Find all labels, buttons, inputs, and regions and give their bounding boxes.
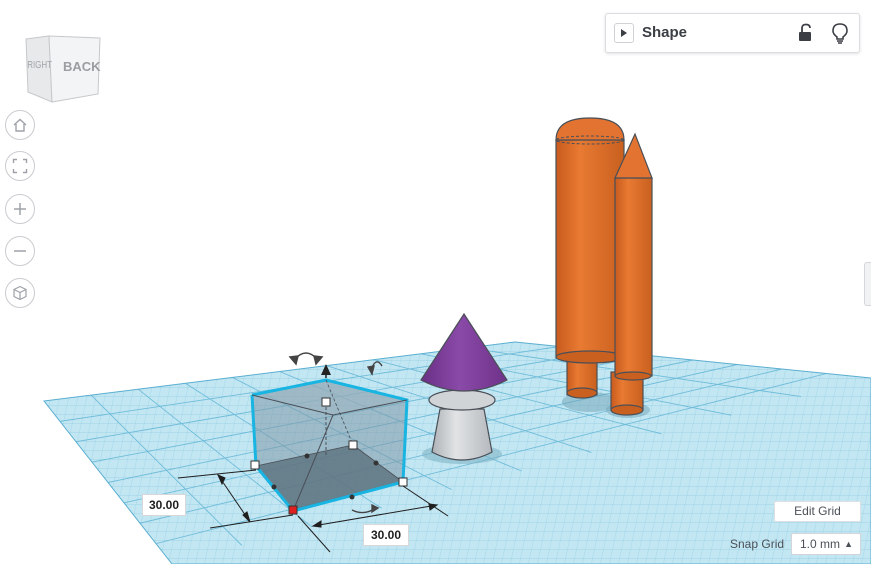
expand-panel-button[interactable]: [614, 23, 634, 43]
lightbulb-icon[interactable]: [831, 22, 849, 44]
zoom-out-button[interactable]: [5, 236, 35, 266]
fit-view-icon: [12, 158, 28, 174]
perspective-button[interactable]: [5, 278, 35, 308]
view-cube-right-face: RIGHT: [27, 59, 52, 70]
snap-grid-value: 1.0 mm: [800, 537, 841, 551]
home-icon: [13, 118, 27, 132]
snap-grid-label: Snap Grid: [730, 537, 785, 551]
fit-view-button[interactable]: [5, 151, 35, 181]
caret-right-icon: [621, 29, 627, 37]
view-cube[interactable]: RIGHT BACK: [24, 34, 104, 104]
view-cube-back-face: BACK: [63, 59, 101, 74]
side-panel-tab[interactable]: [864, 262, 871, 306]
zoom-in-button[interactable]: [5, 194, 35, 224]
shape-panel-title: Shape: [642, 24, 688, 41]
workplane-viewport[interactable]: [0, 0, 871, 564]
perspective-icon: [13, 285, 27, 301]
lock-open-icon[interactable]: [797, 23, 815, 43]
depth-dimension-label[interactable]: 30.00: [363, 524, 409, 546]
zoom-in-icon: [14, 203, 26, 215]
edit-grid-button[interactable]: Edit Grid: [774, 501, 861, 522]
home-view-button[interactable]: [5, 110, 35, 140]
shape-inspector-panel: Shape: [605, 13, 860, 53]
zoom-out-icon: [14, 250, 26, 252]
width-dimension-label[interactable]: 30.00: [142, 494, 186, 516]
caret-up-icon: ▲: [844, 539, 853, 549]
rotate-handle-top[interactable]: [288, 352, 324, 366]
snap-grid-select[interactable]: 1.0 mm ▲: [791, 533, 861, 555]
